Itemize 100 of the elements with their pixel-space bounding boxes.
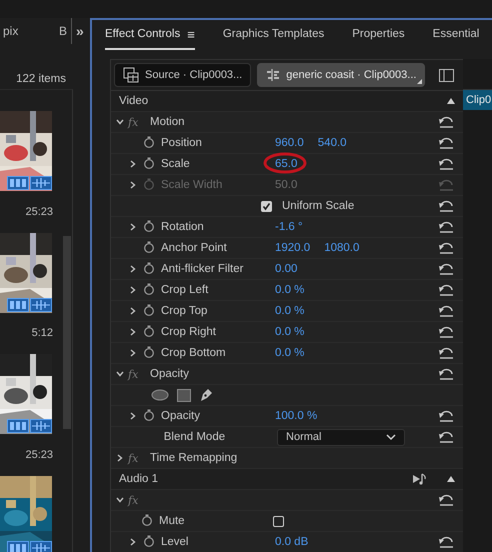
- property-label: Crop Top: [161, 305, 208, 317]
- stopwatch-icon[interactable]: [143, 220, 155, 232]
- panel-tab[interactable]: Properties: [352, 20, 405, 50]
- source-chip[interactable]: Source · Clip0003...: [114, 63, 252, 87]
- panel-tab[interactable]: Essential: [432, 20, 480, 50]
- chevron-right-icon[interactable]: [129, 160, 137, 168]
- property-value[interactable]: 0.0 %: [275, 326, 304, 338]
- chevron-down-icon[interactable]: [116, 118, 124, 126]
- audio-waveform-icon: [30, 298, 52, 312]
- reset-icon[interactable]: [438, 116, 454, 128]
- checkbox[interactable]: [261, 200, 272, 212]
- property-value[interactable]: 100.0 %: [275, 410, 318, 422]
- panel-tab[interactable]: Graphics Templates: [222, 20, 324, 50]
- section-label: Video: [119, 95, 150, 107]
- film-icon: [7, 298, 29, 312]
- reset-icon[interactable]: [438, 536, 454, 548]
- overflow-button[interactable]: »: [76, 23, 84, 39]
- collapse-icon[interactable]: [447, 476, 455, 482]
- stopwatch-icon[interactable]: [143, 534, 155, 546]
- reset-icon[interactable]: [438, 221, 454, 233]
- effect-name: Opacity: [150, 368, 190, 380]
- stopwatch-icon[interactable]: [141, 514, 153, 526]
- chevron-right-icon[interactable]: [129, 223, 137, 231]
- property-value[interactable]: 0.0 %: [275, 305, 304, 317]
- reset-icon[interactable]: [438, 263, 454, 275]
- collapse-icon[interactable]: [447, 98, 455, 104]
- audio-waveform-icon: [30, 540, 52, 552]
- rectangle-mask-icon[interactable]: [177, 388, 191, 402]
- blend-mode-dropdown[interactable]: Normal: [277, 428, 406, 446]
- chevron-right-icon[interactable]: [129, 412, 137, 420]
- property-label: Mute: [159, 515, 186, 527]
- reset-icon[interactable]: [438, 158, 454, 170]
- chevron-right-icon[interactable]: [129, 328, 137, 336]
- chevron-right-icon[interactable]: [129, 265, 137, 273]
- property-value: 50.0: [275, 179, 298, 191]
- reset-icon[interactable]: [438, 284, 454, 296]
- property-value[interactable]: 0.00: [275, 263, 298, 275]
- chevron-right-icon[interactable]: [129, 349, 137, 357]
- stopwatch-icon[interactable]: [143, 156, 155, 168]
- item-count: 122 items: [15, 73, 66, 85]
- reset-icon[interactable]: [438, 200, 454, 212]
- property-label: Crop Right: [161, 326, 217, 338]
- chevron-right-icon[interactable]: [129, 307, 137, 315]
- fx-label: fx: [128, 368, 140, 380]
- stopwatch-icon[interactable]: [143, 282, 155, 294]
- scrollbar-thumb[interactable]: [63, 236, 71, 429]
- chevron-right-icon[interactable]: [129, 286, 137, 294]
- pen-icon[interactable]: [199, 388, 213, 402]
- section-label: Audio 1: [119, 473, 160, 485]
- stopwatch-icon[interactable]: [143, 324, 155, 336]
- reset-icon[interactable]: [438, 410, 454, 422]
- stopwatch-icon[interactable]: [143, 408, 155, 420]
- film-icon: [7, 176, 29, 190]
- play-audio-icon[interactable]: [413, 473, 429, 485]
- panel-menu-icon[interactable]: ≡: [187, 26, 195, 42]
- chevron-right-icon[interactable]: [116, 454, 124, 462]
- reset-icon[interactable]: [438, 494, 454, 506]
- property-value[interactable]: 0.0 dB: [275, 536, 308, 548]
- property-value[interactable]: 1920.0: [275, 242, 310, 254]
- chevron-down-icon[interactable]: [116, 496, 124, 504]
- property-value[interactable]: 540.0: [318, 137, 347, 149]
- stopwatch-icon[interactable]: [143, 136, 155, 148]
- stopwatch-icon[interactable]: [143, 262, 155, 274]
- panel-layout-icon[interactable]: [439, 68, 454, 82]
- property-value[interactable]: 960.0: [275, 137, 304, 149]
- reset-icon[interactable]: [438, 368, 454, 380]
- property-value[interactable]: 1080.0: [324, 242, 360, 254]
- chevron-right-icon[interactable]: [129, 538, 137, 546]
- timeline-clip[interactable]: Clip0: [463, 90, 492, 110]
- stopwatch-icon[interactable]: [143, 346, 155, 358]
- clip-duration: 25:23: [24, 204, 53, 220]
- stopwatch-icon[interactable]: [143, 304, 155, 316]
- property-value[interactable]: -1.6 °: [275, 221, 303, 233]
- reset-icon[interactable]: [438, 431, 454, 443]
- panel-tab[interactable]: B: [56, 24, 70, 38]
- panel-tab[interactable]: pix: [0, 24, 56, 38]
- effect-name: Time Remapping: [150, 452, 238, 464]
- fx-label: fx: [128, 116, 140, 128]
- reset-icon[interactable]: [438, 305, 454, 317]
- property-label: Level: [161, 536, 190, 548]
- property-label: Blend Mode: [164, 431, 226, 443]
- reset-icon[interactable]: [438, 242, 454, 254]
- checkbox[interactable]: [273, 516, 284, 526]
- chevron-down-icon[interactable]: [116, 370, 124, 378]
- sequence-chip[interactable]: generic coasit · Clip0003...: [257, 63, 426, 87]
- clip-duration: 25:23: [24, 448, 53, 462]
- ellipse-mask-icon[interactable]: [151, 389, 169, 401]
- property-value[interactable]: 0.0 %: [275, 284, 304, 296]
- property-label: Opacity: [161, 410, 201, 422]
- property-label: Crop Bottom: [161, 347, 227, 359]
- panel-tab[interactable]: Effect Controls ≡: [105, 20, 195, 50]
- effect-name: Motion: [150, 116, 186, 128]
- stopwatch-icon[interactable]: [143, 240, 155, 252]
- reset-icon[interactable]: [438, 326, 454, 338]
- reset-icon[interactable]: [438, 137, 454, 149]
- property-label: Scale Width: [161, 179, 224, 191]
- property-value[interactable]: 0.0 %: [275, 347, 304, 359]
- fx-label: fx: [128, 494, 140, 506]
- property-label: Anti-flicker Filter: [161, 263, 244, 275]
- reset-icon[interactable]: [438, 347, 454, 359]
